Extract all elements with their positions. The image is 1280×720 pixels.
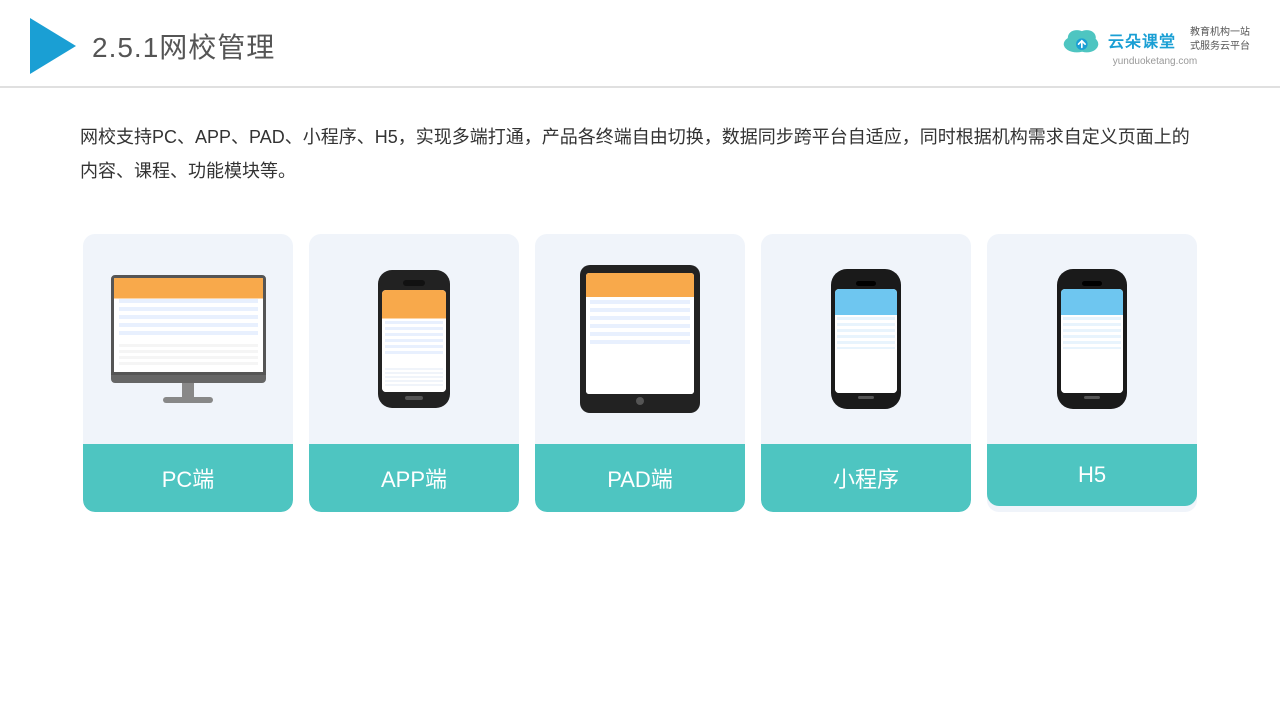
page-title: 2.5.1网校管理 xyxy=(92,26,275,66)
card-miniprogram: 小程序 xyxy=(761,234,971,512)
brand-slogan-line1: 教育机构一站 xyxy=(1190,26,1250,40)
header-left: 2.5.1网校管理 xyxy=(30,18,275,74)
brand-slogan-line2: 式服务云平台 xyxy=(1190,40,1250,54)
h5-phone-icon xyxy=(1057,269,1127,409)
card-pc: PC端 xyxy=(83,234,293,512)
title-text: 网校管理 xyxy=(159,32,275,63)
section-number: 2.5.1 xyxy=(92,32,159,63)
card-pc-image xyxy=(83,234,293,444)
card-pad-label: PAD端 xyxy=(535,444,745,512)
brand-url-text: yunduoketang.com xyxy=(1113,56,1198,67)
card-h5-label: H5 xyxy=(987,444,1197,506)
logo-triangle-icon xyxy=(30,18,76,74)
card-h5-image xyxy=(987,234,1197,444)
card-app: APP端 xyxy=(309,234,519,512)
cloud-icon xyxy=(1060,26,1102,54)
brand-area: 云朵课堂 教育机构一站 式服务云平台 xyxy=(1060,26,1250,54)
pad-tablet-icon xyxy=(580,265,700,413)
card-app-image xyxy=(309,234,519,444)
brand-name-text: 云朵课堂 xyxy=(1108,28,1176,52)
card-app-label: APP端 xyxy=(309,444,519,512)
card-h5: H5 xyxy=(987,234,1197,512)
card-pad: PAD端 xyxy=(535,234,745,512)
card-mini-label: 小程序 xyxy=(761,444,971,512)
header: 2.5.1网校管理 云朵课堂 教育机构一站 式服务云平台 yunduoketan… xyxy=(0,0,1280,88)
device-cards-container: PC端 APP端 xyxy=(0,214,1280,542)
app-phone-icon xyxy=(378,270,450,408)
brand-logo: 云朵课堂 教育机构一站 式服务云平台 yunduoketang.com xyxy=(1060,26,1250,67)
description-text: 网校支持PC、APP、PAD、小程序、H5，实现多端打通，产品各终端自由切换，数… xyxy=(0,88,1280,204)
card-pad-image xyxy=(535,234,745,444)
card-pc-label: PC端 xyxy=(83,444,293,512)
pc-monitor-icon xyxy=(111,275,266,403)
card-mini-image xyxy=(761,234,971,444)
mini-phone-icon xyxy=(831,269,901,409)
